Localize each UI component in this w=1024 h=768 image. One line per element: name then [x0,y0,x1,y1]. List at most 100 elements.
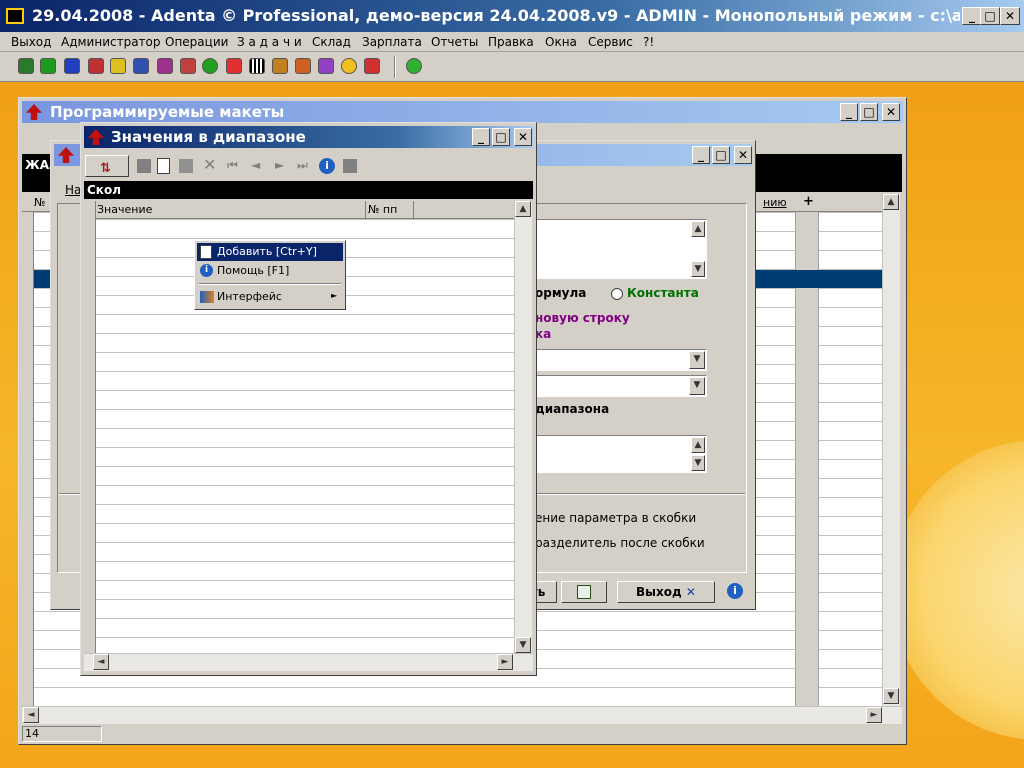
values-vertical-scrollbar[interactable] [514,201,532,653]
back-maximize-button[interactable]: □ [860,103,878,121]
mid-textarea-2[interactable] [535,435,707,473]
values-scroll-right[interactable]: ► [497,654,513,670]
front-close-button[interactable]: ✕ [514,128,532,146]
mid-maximize-button[interactable]: □ [712,146,730,164]
values-scroll-up[interactable]: ▲ [515,201,531,217]
last-record-icon[interactable]: ⏭ [297,158,308,173]
new-row-link-line2[interactable]: ка [535,327,551,341]
mid-dropdown-1[interactable] [535,349,707,371]
mid-dropdown-2[interactable] [535,375,707,397]
menu-warehouse[interactable]: Склад [312,35,351,49]
mid-minimize-button[interactable]: _ [692,146,710,164]
checkbox-separator-label[interactable]: разделитель после скобки [535,536,705,550]
toolbar-icon-3[interactable] [64,58,80,74]
back-horizontal-scrollbar[interactable] [22,706,902,724]
values-scroll-down[interactable]: ▼ [515,637,531,653]
next-record-icon[interactable]: ► [275,158,284,172]
col-divider-2 [413,201,414,219]
col-divider-1 [365,201,366,219]
context-item-interface[interactable]: Интерфейс ► [197,288,343,306]
back-scroll-left[interactable]: ◄ [23,707,39,723]
back-scroll-up[interactable]: ▲ [883,194,899,210]
back-minimize-button[interactable]: _ [840,103,858,121]
confirm-icon-button[interactable] [561,581,607,603]
toolbar-icon-7[interactable] [157,58,173,74]
menu-admin[interactable]: Администратор [61,35,161,49]
toolbar-icon-2[interactable] [40,58,56,74]
mid-textarea-scroll-up[interactable]: ▲ [691,221,705,237]
mid-textarea2-scroll-up[interactable]: ▲ [691,437,705,453]
back-scroll-down[interactable]: ▼ [883,688,899,704]
radio-constant-label[interactable]: Константа [627,286,699,300]
mid-dropdown-2-arrow[interactable]: ▼ [689,377,705,395]
mid-tab-label[interactable]: На [65,183,81,197]
mid-close-button[interactable]: ✕ [734,146,752,164]
exit-button[interactable]: Выход ✕ [617,581,715,603]
values-scroll-left[interactable]: ◄ [93,654,109,670]
maximize-button[interactable]: □ [980,7,1000,25]
mid-textarea2-scroll-down[interactable]: ▼ [691,455,705,471]
clover-icon[interactable] [406,58,422,74]
toolbar-icon-14[interactable] [318,58,334,74]
menu-edit[interactable]: Правка [488,35,534,49]
col-value-header[interactable]: Значение [97,203,152,216]
radio-constant[interactable] [611,288,623,300]
radio-formula-label: ормула [535,286,587,300]
menu-service[interactable]: Сервис [588,35,633,49]
toolbar-icon-5[interactable] [110,58,126,74]
context-item-help[interactable]: i Помощь [F1] [197,262,343,280]
first-record-icon[interactable]: ⏮ [227,158,238,173]
app-title-bar: 29.04.2008 - Adenta © Professional, демо… [0,0,1024,32]
toolbar-icon-4[interactable] [88,58,104,74]
new-record-icon[interactable] [157,158,170,174]
barcode-icon[interactable] [249,58,265,74]
checkbox-bracket-label[interactable]: ение параметра в скобки [535,511,696,525]
toolbar-icon-8[interactable] [180,58,196,74]
values-in-range-window: Значения в диапазоне _ □ ✕ ⇅ ✕ ⏮ ◄ ► ⏭ i… [80,122,537,676]
dollar-icon[interactable] [202,58,218,74]
sun-icon[interactable] [341,58,357,74]
menu-windows[interactable]: Окна [545,35,577,49]
section-label: Скол [87,183,121,197]
prev-record-icon[interactable]: ◄ [251,158,260,172]
front-maximize-button[interactable]: □ [492,128,510,146]
cut-icon[interactable]: ✕ [203,155,216,174]
delete-record-icon[interactable] [137,159,151,173]
stop-icon[interactable] [343,159,357,173]
context-item-add[interactable]: Добавить [Ctr+Y] [197,243,343,261]
info-icon[interactable]: i [727,583,743,599]
first-aid-icon[interactable] [226,58,242,74]
front-info-icon[interactable]: i [319,158,335,174]
toolbar-icon-6[interactable] [133,58,149,74]
menu-tasks[interactable]: З а д а ч и [237,35,302,49]
menu-help[interactable]: ?! [643,35,654,49]
menu-exit[interactable]: Выход [11,35,51,49]
values-horizontal-scrollbar[interactable] [84,653,533,671]
sun-decoration [890,440,1024,740]
back-col-plus: + [803,194,814,209]
close-button[interactable]: ✕ [1000,7,1020,25]
menu-reports[interactable]: Отчеты [431,35,478,49]
toolbar-icon-1[interactable] [18,58,34,74]
sort-button[interactable]: ⇅ [85,155,129,177]
menu-operations[interactable]: Операции [165,35,228,49]
back-scroll-right[interactable]: ► [866,707,882,723]
front-minimize-button[interactable]: _ [472,128,490,146]
toolbar-icon-12[interactable] [272,58,288,74]
col-num-header[interactable]: № пп [368,203,397,216]
mid-textarea-scroll-down[interactable]: ▼ [691,261,705,277]
toolbar-icon-16[interactable] [364,58,380,74]
new-row-link-line1[interactable]: новую строку [535,311,630,325]
copy-record-icon[interactable] [179,159,193,173]
toolbar-icon-13[interactable] [295,58,311,74]
back-vertical-scrollbar[interactable] [882,194,900,706]
minimize-button[interactable]: _ [962,7,982,25]
submenu-arrow-icon: ► [331,291,338,300]
mid-dropdown-1-arrow[interactable]: ▼ [689,351,705,369]
menu-salary[interactable]: Зарплата [362,35,422,49]
mid-formula-textarea[interactable] [535,219,707,279]
toolbar-separator [394,56,396,78]
front-window-icon [88,129,104,145]
back-close-button[interactable]: ✕ [882,103,900,121]
exit-button-label: Выход [636,585,682,599]
